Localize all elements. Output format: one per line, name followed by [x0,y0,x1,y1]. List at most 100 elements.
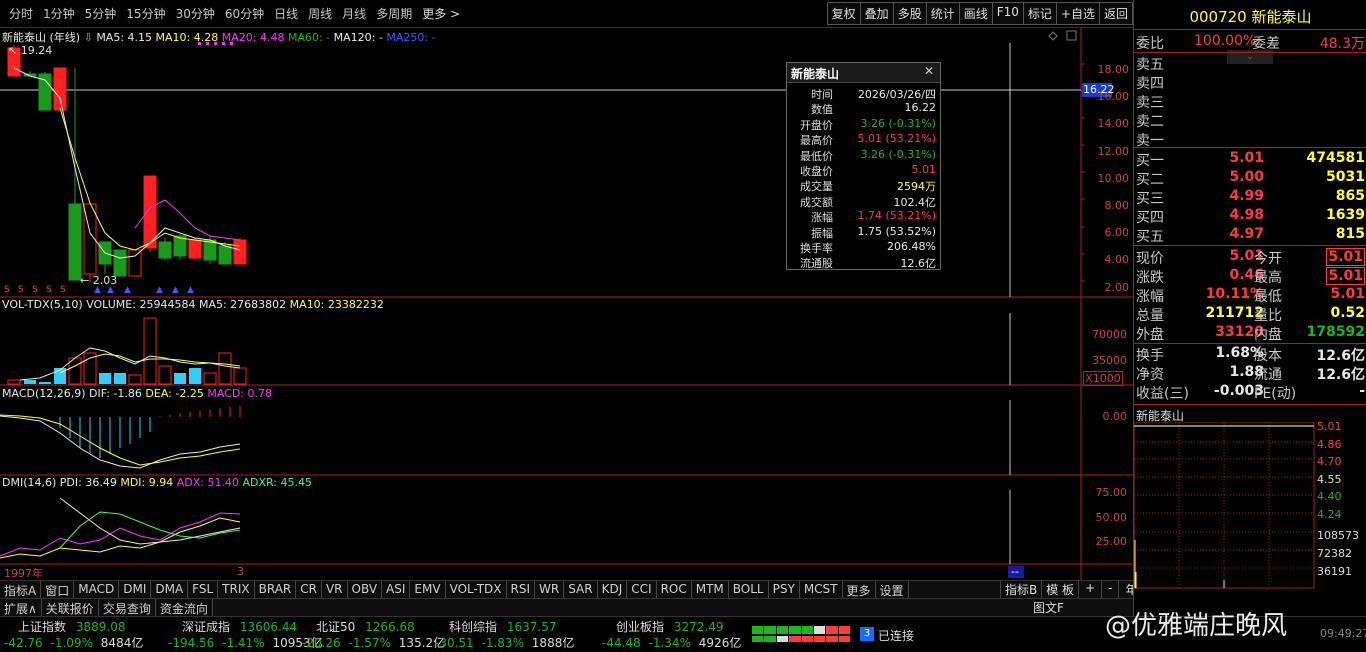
indicator-tab-7[interactable]: BRAR [255,581,297,598]
dmi-pdi: PDI: 36.49 [59,476,117,489]
period-tab-5min[interactable]: 5分钟 [80,5,122,22]
y-tick: 8.00 [1104,199,1130,213]
period-tab-more[interactable]: 更多 > [417,5,465,22]
indicator-tab-22[interactable]: PSY [769,581,800,598]
stock-code: 000720 [1189,8,1247,26]
index-change: -20.26 [302,636,341,650]
y-tick: 6.00 [1104,226,1130,240]
indicator-tab-5[interactable]: FSL [188,581,219,598]
period-tab-15min[interactable]: 15分钟 [121,5,170,22]
related-quote-tab[interactable]: 关联报价 [42,599,99,616]
period-tab-30min[interactable]: 30分钟 [171,5,220,22]
indicator-tab-15[interactable]: WR [535,581,565,598]
vol-title: VOL-TDX(5,10) [2,298,83,311]
stat-row: 总量 211712 量比 0.52 [1134,305,1366,324]
indicator-tab-1[interactable]: 窗口 [41,581,75,598]
chevron-icon[interactable]: ⇩ [84,31,93,44]
mini-vol-tick: 108573 [1317,529,1359,542]
expand-tab[interactable]: 扩展∧ [0,599,42,616]
indicator-b-tab[interactable]: 指标B [1000,580,1041,598]
indicator-tab-16[interactable]: SAR [564,581,598,598]
index-name-row[interactable]: 深证成指 13606.44 [182,618,297,635]
index-name-row[interactable]: 北证50 1266.68 [316,618,415,635]
indicator-tab-3[interactable]: DMI [119,581,152,598]
buy-volume: 474581 [1306,150,1365,166]
indicator-tab-13[interactable]: VOL-TDX [446,581,507,598]
buy-row[interactable]: 买五 4.97 815 [1134,226,1366,245]
indicator-tab-23[interactable]: MCST [800,581,843,598]
index-change: -42.76 [4,636,43,650]
f10-button[interactable]: F10 [991,2,1024,25]
sell-row[interactable]: 卖一 [1134,130,1366,149]
huaxian-button[interactable]: 画线 [958,2,993,25]
zoom-out-button[interactable]: - [1101,580,1118,598]
period-tab-fenshi[interactable]: 分时 [4,5,38,22]
indicator-tab-4[interactable]: DMA [151,581,189,598]
period-tab-month[interactable]: 月线 [337,5,371,22]
connection-icon[interactable]: 3 [860,627,874,641]
index-name-row[interactable]: 科创综指 1637.57 [449,618,556,635]
indicator-tab-9[interactable]: VR [322,581,348,598]
sell-row[interactable]: 卖五 [1134,54,1366,73]
indicator-tab-6[interactable]: TRIX [218,581,255,598]
indicator-tab-12[interactable]: EMV [410,581,446,598]
stat-value-2: 178592 [1306,324,1365,340]
sell-row[interactable]: 卖三 [1134,92,1366,111]
buy-row[interactable]: 买三 4.99 865 [1134,188,1366,207]
stat-label-2: 今开 [1254,251,1282,267]
sell-row[interactable]: 卖二 [1134,111,1366,130]
buy-row[interactable]: 买一 5.01 474581 [1134,150,1366,169]
index-amount: 8484亿 [100,636,144,650]
index-name-row[interactable]: 创业板指 3272.49 [616,618,723,635]
period-tab-week[interactable]: 周线 [303,5,337,22]
close-icon[interactable]: ✕ [924,64,934,78]
indicator-tab-19[interactable]: ROC [657,581,692,598]
period-tab-60min[interactable]: 60分钟 [220,5,269,22]
indicator-tab-2[interactable]: MACD [74,581,120,598]
index-change-row: -44.48 -1.34% 4926亿 [602,634,741,651]
mini-price-tick: 5.01 [1317,420,1342,433]
index-name: 创业板指 [616,620,665,634]
period-tab-1min[interactable]: 1分钟 [38,5,80,22]
indicator-tab-20[interactable]: MTM [692,581,729,598]
template-tab[interactable]: 模 板 [1041,580,1078,598]
indicator-tab-14[interactable]: RSI [507,581,536,598]
biaoji-button[interactable]: 标记 [1022,2,1057,25]
tuwen-tab[interactable]: 图文F [1033,599,1064,616]
add-watchlist-button[interactable]: +自选 [1055,2,1100,25]
index-value: 13606.44 [239,620,298,634]
sell-label: 卖四 [1136,76,1164,92]
buy-row[interactable]: 买四 4.98 1639 [1134,207,1366,226]
tongji-button[interactable]: 统计 [925,2,960,25]
sell-row[interactable]: 卖四 [1134,73,1366,92]
capital-flow-tab[interactable]: 资金流向 [156,599,213,616]
indicator-tab-10[interactable]: OBV [348,581,383,598]
indicator-tab-0[interactable]: 指标A [0,581,42,598]
fuquan-button[interactable]: 复权 [826,2,861,25]
indicator-tab-17[interactable]: KDJ [598,581,628,598]
ma60-label: MA60: - [287,31,331,44]
indicator-tab-8[interactable]: CR [296,581,322,598]
stat2-label-2: 股本 [1254,348,1282,364]
period-tab-day[interactable]: 日线 [269,5,303,22]
data-tooltip: 新能泰山 ✕ 时间 2026/03/26/四 数值 16.22 开盘价 3.26 (-0.… [786,62,941,270]
indicator-tab-21[interactable]: BOLL [729,581,769,598]
tooltip-row: 流通股 12.6亿 [787,255,940,270]
duogu-button[interactable]: 多股 [892,2,927,25]
trade-query-tab[interactable]: 交易查询 [99,599,156,616]
index-change: -194.56 [168,636,215,650]
mini-price-tick: 4.70 [1317,455,1342,468]
stat-label: 涨跌 [1136,270,1164,286]
period-tab-multi[interactable]: 多周期 [371,5,417,22]
back-button[interactable]: 返回 [1098,2,1133,25]
zoom-in-button[interactable]: + [1078,580,1101,598]
indicator-tab-24[interactable]: 更多 [843,581,876,598]
diejia-button[interactable]: 叠加 [859,2,894,25]
buy-row[interactable]: 买二 5.00 5031 [1134,169,1366,188]
index-change-row: -194.56 -1.41% 10953亿 [168,634,323,651]
index-name-row[interactable]: 上证指数 3889.08 [18,618,125,635]
macd-pane-legend: MACD(12,26,9) DIF: -1.86 DEA: -2.25 MACD… [2,387,272,400]
indicator-tab-25[interactable]: 设置 [876,581,909,598]
indicator-tab-11[interactable]: ASI [382,581,411,598]
indicator-tab-18[interactable]: CCI [627,581,657,598]
